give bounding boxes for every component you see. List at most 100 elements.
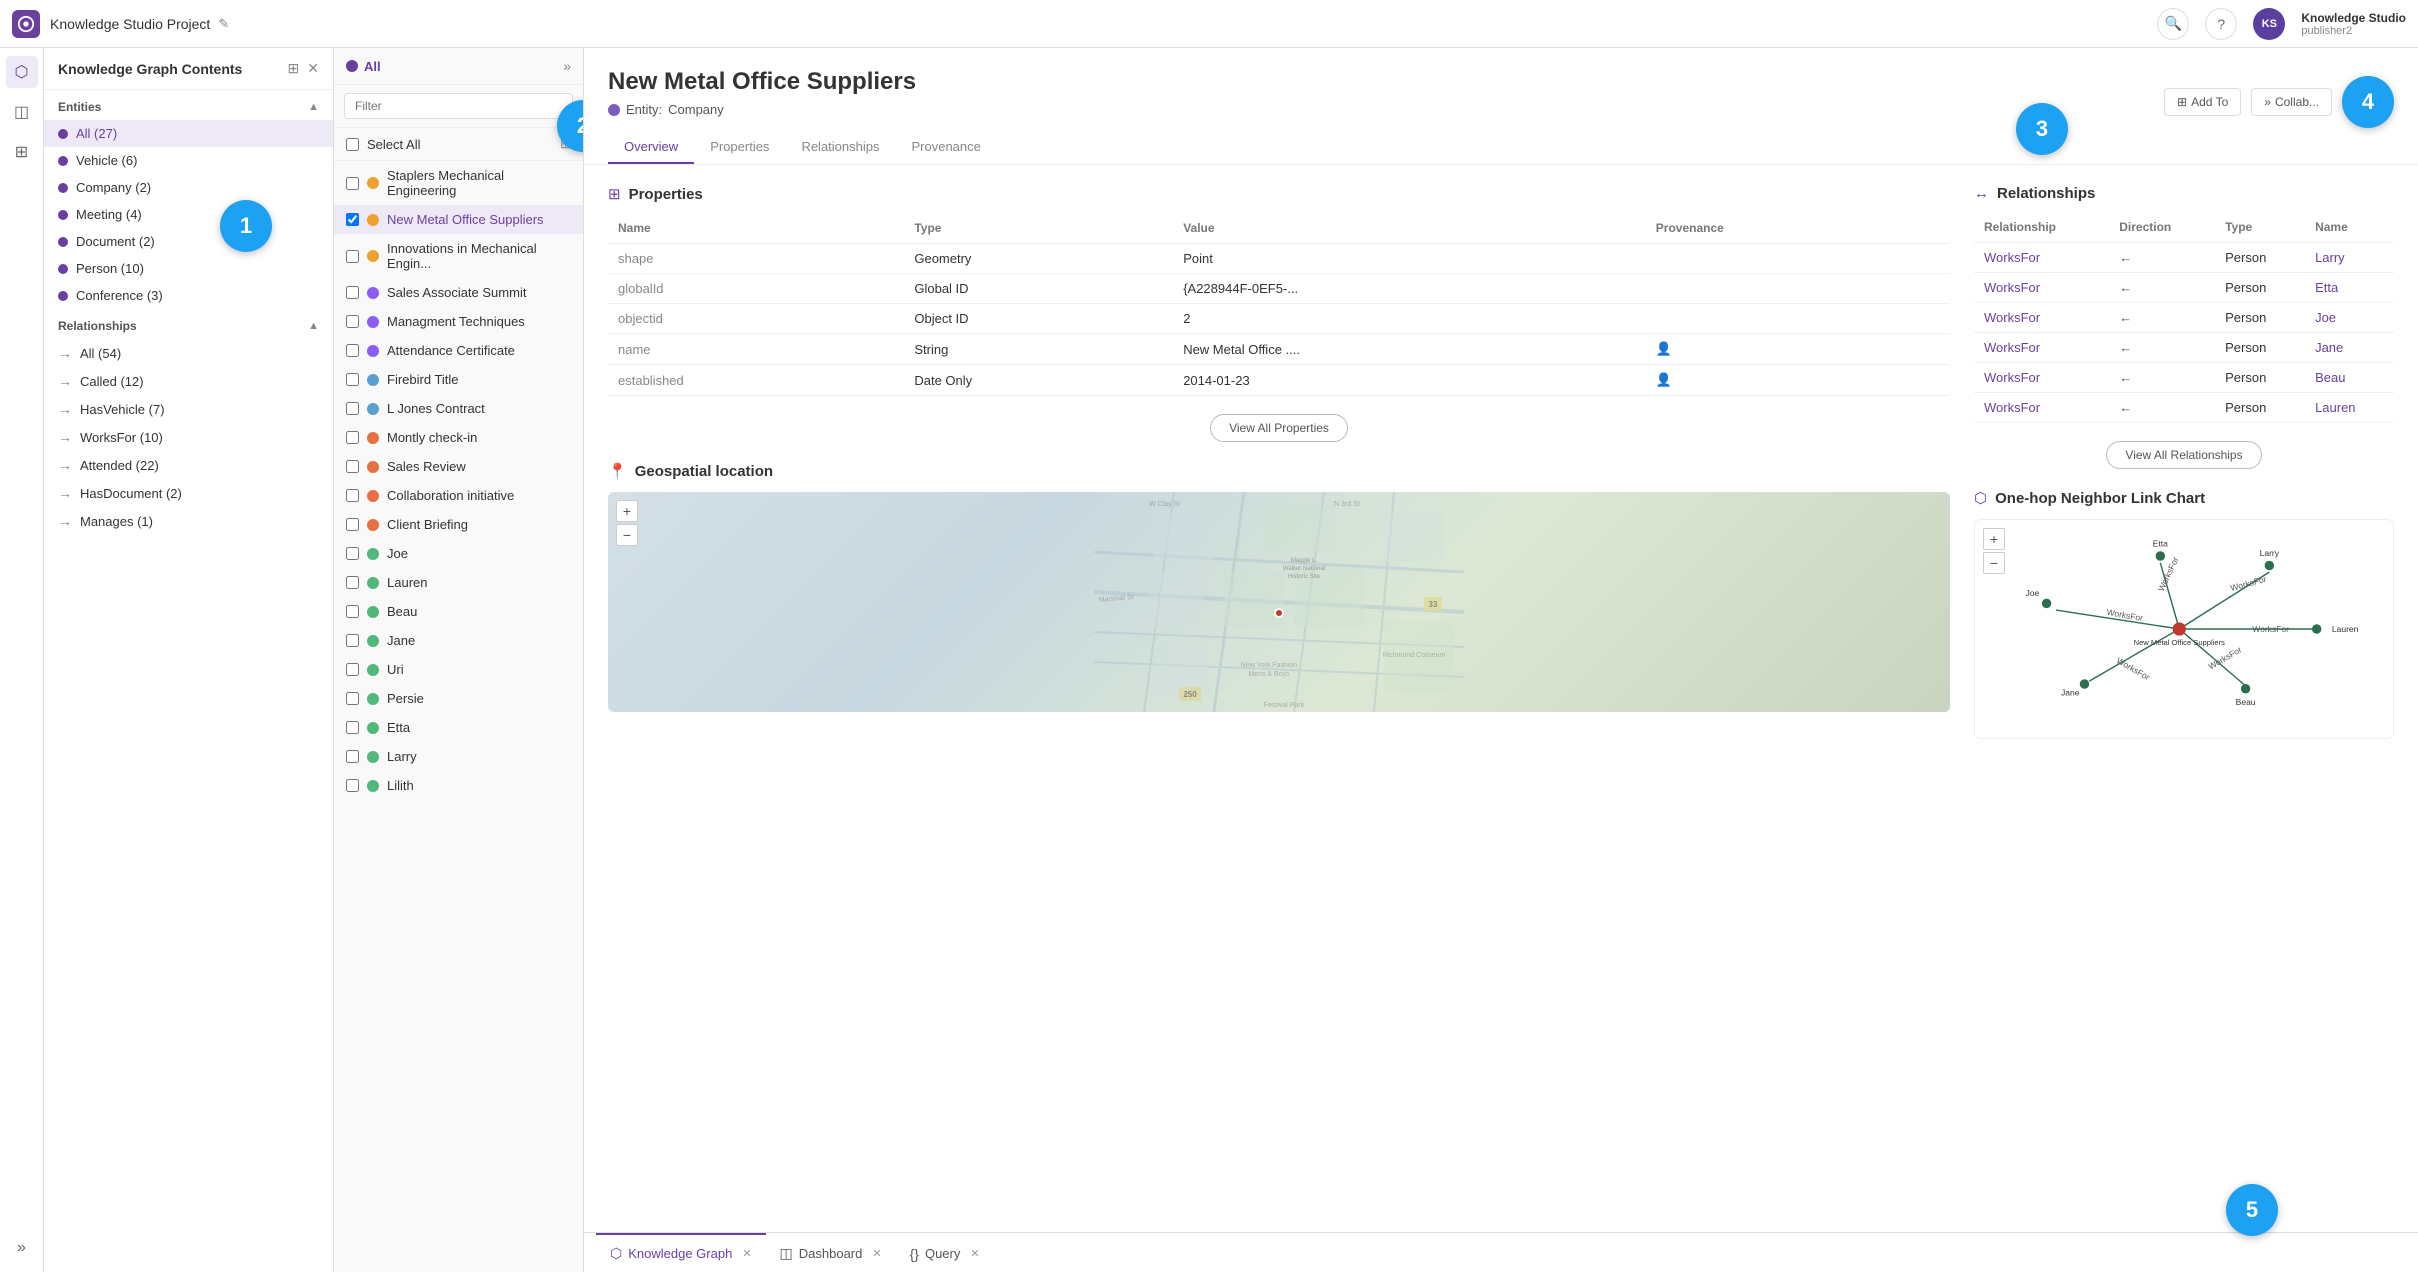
tab-query[interactable]: {} Query ✕ <box>896 1233 994 1272</box>
rel-person[interactable]: Beau <box>2305 363 2394 393</box>
sidebar-item-all-rels[interactable]: → All (54) <box>44 339 333 367</box>
item-checkbox[interactable] <box>346 692 359 705</box>
list-item[interactable]: Montly check-in <box>334 423 583 452</box>
rel-person[interactable]: Etta <box>2305 273 2394 303</box>
close-sidebar-icon[interactable]: ✕ <box>307 60 319 77</box>
sidebar-item-all-entities[interactable]: All (27) <box>44 120 333 147</box>
dash-tab-close[interactable]: ✕ <box>872 1247 881 1260</box>
view-all-properties-btn[interactable]: View All Properties <box>1210 414 1348 442</box>
tab-relationships[interactable]: Relationships <box>785 131 895 164</box>
list-item[interactable]: Staplers Mechanical Engineering <box>334 161 583 205</box>
sidebar-item-document[interactable]: Document (2) <box>44 228 333 255</box>
query-tab-close[interactable]: ✕ <box>970 1247 979 1260</box>
item-checkbox[interactable] <box>346 344 359 357</box>
list-item[interactable]: Managment Techniques <box>334 307 583 336</box>
tab-dashboard[interactable]: ◫ Dashboard ✕ <box>766 1233 896 1272</box>
graph-icon[interactable]: ⬡ <box>6 56 38 88</box>
item-checkbox[interactable] <box>346 489 359 502</box>
tab-knowledge-graph[interactable]: ⬡ Knowledge Graph ✕ <box>596 1233 766 1272</box>
list-item[interactable]: New Metal Office Suppliers <box>334 205 583 234</box>
item-checkbox[interactable] <box>346 431 359 444</box>
view-all-relationships-btn[interactable]: View All Relationships <box>2106 441 2261 469</box>
item-checkbox[interactable] <box>346 250 359 263</box>
list-item[interactable]: Firebird Title <box>334 365 583 394</box>
map-zoom-out[interactable]: − <box>616 524 638 546</box>
rel-name[interactable]: WorksFor <box>1974 273 2109 303</box>
sidebar-item-worksfor[interactable]: → WorksFor (10) <box>44 423 333 451</box>
item-checkbox[interactable] <box>346 402 359 415</box>
app-logo[interactable] <box>12 10 40 38</box>
list-item[interactable]: Lilith <box>334 771 583 800</box>
entities-chevron[interactable]: ▲ <box>308 101 319 113</box>
sidebar-item-hasdocument[interactable]: → HasDocument (2) <box>44 479 333 507</box>
sidebar-item-hasvehicle[interactable]: → HasVehicle (7) <box>44 395 333 423</box>
rel-name[interactable]: WorksFor <box>1974 363 2109 393</box>
rel-name[interactable]: WorksFor <box>1974 243 2109 273</box>
provenance-icon[interactable]: 👤 <box>1656 341 1672 356</box>
list-item[interactable]: Etta <box>334 713 583 742</box>
layers-icon[interactable]: ◫ <box>6 96 38 128</box>
list-item[interactable]: Sales Review <box>334 452 583 481</box>
network-graph[interactable]: + − <box>1974 519 2394 739</box>
kg-tab-close[interactable]: ✕ <box>742 1247 751 1260</box>
list-item[interactable]: Collaboration initiative <box>334 481 583 510</box>
item-checkbox[interactable] <box>346 576 359 589</box>
sidebar-item-called[interactable]: → Called (12) <box>44 367 333 395</box>
collab-button[interactable]: » Collab... <box>2251 88 2332 116</box>
edit-icon[interactable]: ✎ <box>218 16 229 32</box>
add-to-button[interactable]: ⊞ Add To <box>2164 88 2241 116</box>
rel-person[interactable]: Larry <box>2305 243 2394 273</box>
list-item[interactable]: Attendance Certificate <box>334 336 583 365</box>
rel-person[interactable]: Jane <box>2305 333 2394 363</box>
item-checkbox[interactable] <box>346 634 359 647</box>
list-item[interactable]: Uri <box>334 655 583 684</box>
provenance-icon[interactable]: 👤 <box>1656 372 1672 387</box>
list-item[interactable]: Client Briefing <box>334 510 583 539</box>
list-item[interactable]: Sales Associate Summit <box>334 278 583 307</box>
search-button[interactable]: 🔍 <box>2157 8 2189 40</box>
rel-person[interactable]: Joe <box>2305 303 2394 333</box>
tab-overview[interactable]: Overview <box>608 131 694 164</box>
sidebar-item-attended[interactable]: → Attended (22) <box>44 451 333 479</box>
list-item[interactable]: Lauren <box>334 568 583 597</box>
relationships-chevron[interactable]: ▲ <box>308 320 319 332</box>
item-checkbox[interactable] <box>346 605 359 618</box>
list-item[interactable]: Beau <box>334 597 583 626</box>
rel-name[interactable]: WorksFor <box>1974 333 2109 363</box>
sidebar-item-person[interactable]: Person (10) <box>44 255 333 282</box>
list-item[interactable]: Jane <box>334 626 583 655</box>
sidebar-item-company[interactable]: Company (2) <box>44 174 333 201</box>
sidebar-item-meeting[interactable]: Meeting (4) <box>44 201 333 228</box>
map-zoom-in[interactable]: + <box>616 500 638 522</box>
item-checkbox[interactable] <box>346 721 359 734</box>
new-tab-icon[interactable]: ⊞ <box>288 60 300 77</box>
item-checkbox[interactable] <box>346 663 359 676</box>
item-checkbox[interactable] <box>346 547 359 560</box>
list-item[interactable]: L Jones Contract <box>334 394 583 423</box>
help-button[interactable]: ? <box>2205 8 2237 40</box>
collapse-panel-btn[interactable]: » <box>563 58 571 74</box>
item-checkbox[interactable] <box>346 460 359 473</box>
collapse-left-icon[interactable]: » <box>6 1232 38 1264</box>
user-avatar[interactable]: KS <box>2253 8 2285 40</box>
list-item[interactable]: Innovations in Mechanical Engin... <box>334 234 583 278</box>
item-checkbox[interactable] <box>346 373 359 386</box>
network-zoom-in[interactable]: + <box>1983 528 2005 550</box>
item-checkbox[interactable] <box>346 750 359 763</box>
filter-input[interactable] <box>344 93 573 119</box>
item-checkbox[interactable] <box>346 779 359 792</box>
select-all-checkbox[interactable] <box>346 138 359 151</box>
list-item[interactable]: Persie <box>334 684 583 713</box>
tab-provenance[interactable]: Provenance <box>895 131 996 164</box>
item-checkbox[interactable] <box>346 286 359 299</box>
rel-name[interactable]: WorksFor <box>1974 303 2109 333</box>
list-item[interactable]: Larry <box>334 742 583 771</box>
network-zoom-out[interactable]: − <box>1983 552 2005 574</box>
sidebar-item-manages[interactable]: → Manages (1) <box>44 507 333 535</box>
item-checkbox[interactable] <box>346 518 359 531</box>
grid-icon[interactable]: ⊞ <box>6 136 38 168</box>
item-checkbox[interactable] <box>346 213 359 226</box>
geo-map[interactable]: W Clay St N 3rd St Marshall St New York … <box>608 492 1950 712</box>
tab-properties[interactable]: Properties <box>694 131 785 164</box>
item-checkbox[interactable] <box>346 315 359 328</box>
